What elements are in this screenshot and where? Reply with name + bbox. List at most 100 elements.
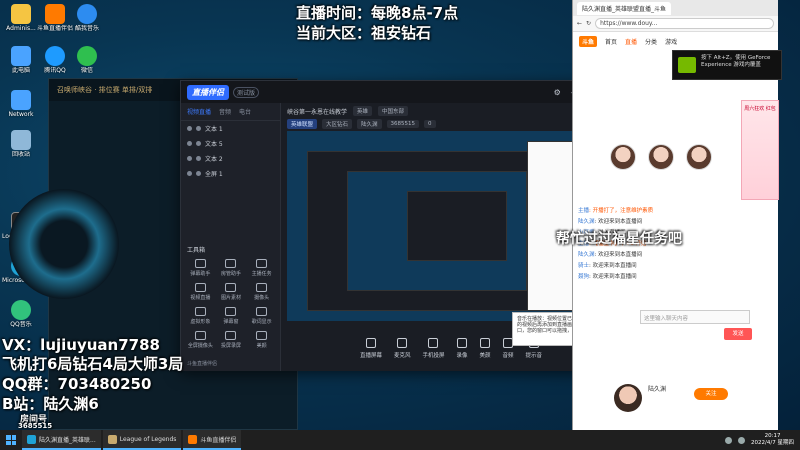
windows-icon <box>6 435 16 445</box>
refresh-icon[interactable]: ↻ <box>586 20 591 27</box>
mic-button[interactable]: 麦克风 <box>394 337 410 359</box>
eye-icon[interactable] <box>187 171 192 176</box>
source-item[interactable]: 全屏 1 <box>181 166 280 181</box>
settings-icon[interactable]: ⚙ <box>554 88 561 97</box>
tool-lyrics[interactable]: 歌词显示 <box>246 307 277 325</box>
tool-video[interactable]: 视频直播 <box>185 283 216 301</box>
avatar-icon <box>194 307 206 316</box>
send-button[interactable]: 发送 <box>724 328 752 340</box>
streamer-name: 陆久渊 <box>357 119 382 129</box>
room-title[interactable]: 峡谷第一永恩在线教学 <box>287 107 347 116</box>
edge-icon <box>27 434 36 444</box>
system-tray: 20:17 2022/4/7 星期四 <box>725 433 800 447</box>
host-avatar[interactable] <box>614 384 642 412</box>
beauty-button[interactable]: 美颜 <box>480 337 491 359</box>
source-item[interactable]: 文本 2 <box>181 151 280 166</box>
bottom-hint: 斗鱼直播伴侣 <box>187 361 218 367</box>
recycle-bin-icon <box>11 130 31 150</box>
network-icon[interactable] <box>725 436 733 444</box>
desktop-icon-computer[interactable]: 此电脑 <box>2 44 40 88</box>
nav-games[interactable]: 游戏 <box>665 37 677 46</box>
phone-cast-button[interactable]: 手机投屏 <box>422 337 444 359</box>
window-icon <box>225 307 237 316</box>
back-icon[interactable]: ← <box>577 20 582 27</box>
folder-icon <box>11 4 31 24</box>
chat-message: 骑士: 欢迎来到本直播间 <box>578 263 637 269</box>
scene-panel: 视频直播 音频 电台 文本 1 文本 5 文本 2 全屏 1 工具箱 弹幕助手 … <box>181 103 281 371</box>
nav-live[interactable]: 直播 <box>625 37 637 46</box>
desktop: Adminis... 斗鱼直播伴侣 酷我音乐 此电脑 腾讯QQ 微信 Netwo… <box>0 0 800 430</box>
nav-home[interactable]: 首页 <box>605 37 617 46</box>
desktop-icon-network[interactable]: Network <box>2 88 40 132</box>
taskbar-item-league[interactable]: League of Legends <box>102 430 182 450</box>
browser-tabs: 陆久渊直播_英雄联盟直播_斗鱼 <box>573 0 778 16</box>
tool-admin[interactable]: 房管助手 <box>216 259 247 277</box>
game-chip[interactable]: 英雄联盟 <box>287 119 318 129</box>
tool-image[interactable]: 图片素材 <box>216 283 247 301</box>
avatar[interactable] <box>610 144 636 170</box>
eye-icon[interactable] <box>187 156 192 161</box>
chat-message: 聂狗: 欢迎来到本直播间 <box>578 274 637 280</box>
douyu-icon <box>188 434 198 444</box>
tool-tasks[interactable]: 主播任务 <box>246 259 277 277</box>
chat-input[interactable]: 这里输入聊天内容 <box>640 310 750 324</box>
source-item[interactable]: 文本 1 <box>181 121 280 136</box>
task-icon <box>256 259 268 268</box>
source-label: 文本 1 <box>205 126 223 133</box>
lock-icon[interactable] <box>196 171 201 176</box>
desktop-icon-recycle[interactable]: 回收站 <box>2 128 40 172</box>
category-chip[interactable]: 英雄 <box>353 106 373 116</box>
tool-cast[interactable]: 投屏录屏 <box>216 331 247 349</box>
lock-icon[interactable] <box>196 156 201 161</box>
toolbox-grid: 弹幕助手 房管助手 主播任务 视频直播 图片素材 摄像头 虚拟形象 弹幕窗 歌词… <box>185 259 277 349</box>
lock-icon[interactable] <box>196 141 201 146</box>
qqmusic-icon <box>11 300 31 320</box>
clock-date: 2022/4/7 星期四 <box>751 440 794 446</box>
overlay-banner: 帮忙过过福星任务吧 <box>556 231 682 247</box>
lock-icon[interactable] <box>196 126 201 131</box>
taskbar-item-browser[interactable]: 陆久渊直播_英雄联... <box>22 430 101 450</box>
chat-message: 主播: 开播打了，注意维护素质 <box>578 208 654 214</box>
tool-fullscreen-camera[interactable]: 全屏摄像头 <box>185 331 216 349</box>
tool-beauty[interactable]: 美颜 <box>246 331 277 349</box>
tool-avatar[interactable]: 虚拟形象 <box>185 307 216 325</box>
overlay-vx: VX：lujiuyuan7788 <box>2 336 160 354</box>
record-button[interactable]: 录像 <box>456 337 468 359</box>
promo-banner[interactable]: 周六狂欢 红包 <box>741 100 779 200</box>
tab-video-live[interactable]: 视频直播 <box>187 107 211 116</box>
follow-button[interactable]: 关注 <box>694 388 728 400</box>
tab-audio[interactable]: 音频 <box>219 107 231 116</box>
beauty-icon <box>256 331 268 340</box>
kuwo-icon <box>77 4 97 24</box>
avatar[interactable] <box>648 144 674 170</box>
douyu-logo[interactable]: 斗鱼 <box>579 36 598 47</box>
address-input[interactable]: https://www.douy... <box>595 18 774 29</box>
host-card: 陆久渊 关注 <box>610 380 750 414</box>
tool-danmu-window[interactable]: 弹幕窗 <box>216 307 247 325</box>
chat-message: 陆久渊: 欢迎来到本直播间 <box>578 252 643 258</box>
region-chip[interactable]: 中国东部 <box>378 106 409 116</box>
screen-capture-button[interactable]: 直播屏幕 <box>360 337 382 359</box>
geforce-text: 按下 Alt+Z。使用 GeForce Experience 游戏内覆盖 <box>701 55 771 68</box>
start-button[interactable] <box>0 430 22 450</box>
nav-category[interactable]: 分类 <box>645 37 657 46</box>
stream-preview[interactable] <box>287 131 617 321</box>
clock[interactable]: 20:17 2022/4/7 星期四 <box>751 433 794 447</box>
tab-radio[interactable]: 电台 <box>239 107 251 116</box>
source-item[interactable]: 文本 5 <box>181 136 280 151</box>
desktop-icon-kuwo[interactable]: 酷我音乐 <box>68 2 106 46</box>
eye-icon[interactable] <box>187 141 192 146</box>
qq-icon <box>45 46 65 66</box>
overlay-stream-time: 直播时间：每晚8点-7点 <box>296 4 459 22</box>
eye-icon[interactable] <box>187 126 192 131</box>
taskbar-item-douyu[interactable]: 斗鱼直播伴侣 <box>183 430 242 450</box>
overlay-server: 当前大区：祖安钻石 <box>296 24 432 42</box>
audience-avatars <box>610 144 712 170</box>
rank-chip[interactable]: 大区钻石 <box>322 119 353 129</box>
avatar[interactable] <box>686 144 712 170</box>
tool-camera[interactable]: 摄像头 <box>246 283 277 301</box>
desktop-icon-admin[interactable]: Adminis... <box>2 2 40 46</box>
browser-tab[interactable]: 陆久渊直播_英雄联盟直播_斗鱼 <box>577 1 672 15</box>
tool-danmu[interactable]: 弹幕助手 <box>185 259 216 277</box>
volume-icon[interactable] <box>738 436 746 444</box>
